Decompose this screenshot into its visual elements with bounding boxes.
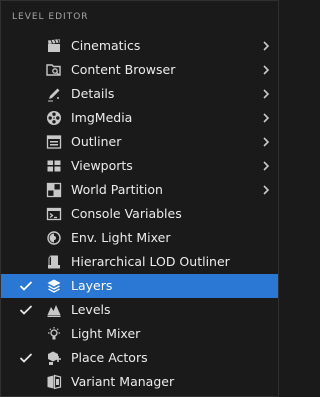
menu-item-imgmedia[interactable]: ImgMedia [1,106,278,130]
world-partition-icon [46,182,62,198]
menu-item-variant-manager[interactable]: Variant Manager [1,370,278,394]
menu-item-place-actors[interactable]: Place Actors [1,346,278,370]
menu-item-console-variables[interactable]: Console Variables [1,202,278,226]
folder-search-icon [46,62,62,78]
menu-item-label: Outliner [71,134,122,149]
variant-manager-icon [46,374,62,390]
levels-icon [46,302,62,318]
env-light-icon [46,230,62,246]
section-header: LEVEL EDITOR [12,12,89,22]
menu-item-content-browser[interactable]: Content Browser [1,58,278,82]
menu-item-label: Place Actors [71,350,148,365]
menu-item-cinematics[interactable]: Cinematics [1,34,278,58]
menu-item-outliner[interactable]: Outliner [1,130,278,154]
menu-item-light-mixer[interactable]: Light Mixer [1,322,278,346]
menu-item-details[interactable]: Details [1,82,278,106]
chevron-right-icon [260,184,272,196]
menu-item-label: World Partition [71,182,163,197]
clapperboard-icon [46,38,62,54]
menu-item-levels[interactable]: Levels [1,298,278,322]
level-editor-menu: LEVEL EDITOR Cinematics Content Browser [0,0,279,397]
console-icon [46,206,62,222]
viewports-grid-icon [46,158,62,174]
chevron-right-icon [260,40,272,52]
menu-item-hierarchical-lod-outliner[interactable]: Hierarchical LOD Outliner [1,250,278,274]
hlod-icon [46,254,62,270]
checkmark-icon [18,346,34,370]
place-actors-icon [46,350,62,366]
menu-item-label: Hierarchical LOD Outliner [71,254,230,269]
menu-item-label: Details [71,86,115,101]
pencil-icon [46,86,62,102]
chevron-right-icon [260,160,272,172]
menu-item-label: Light Mixer [71,326,141,341]
menu-item-world-partition[interactable]: World Partition [1,178,278,202]
menu-item-label: Env. Light Mixer [71,230,171,245]
menu-item-label: Content Browser [71,62,176,77]
light-bulb-icon [46,326,62,342]
menu-item-label: Levels [71,302,111,317]
menu-item-label: Variant Manager [71,374,175,389]
chevron-right-icon [260,136,272,148]
chevron-right-icon [260,112,272,124]
menu-item-label: Cinematics [71,38,141,53]
checkmark-icon [18,298,34,322]
menu-item-env-light-mixer[interactable]: Env. Light Mixer [1,226,278,250]
film-reel-icon [46,110,62,126]
menu-item-label: Layers [71,278,113,293]
checkmark-icon [18,274,34,298]
chevron-right-icon [260,64,272,76]
chevron-right-icon [260,88,272,100]
menu-item-layers[interactable]: Layers [1,274,278,298]
menu-item-label: Viewports [71,158,133,173]
layers-icon [46,278,62,294]
menu-item-label: Console Variables [71,206,182,221]
menu-item-label: ImgMedia [71,110,133,125]
menu-item-viewports[interactable]: Viewports [1,154,278,178]
outliner-list-icon [46,134,62,150]
